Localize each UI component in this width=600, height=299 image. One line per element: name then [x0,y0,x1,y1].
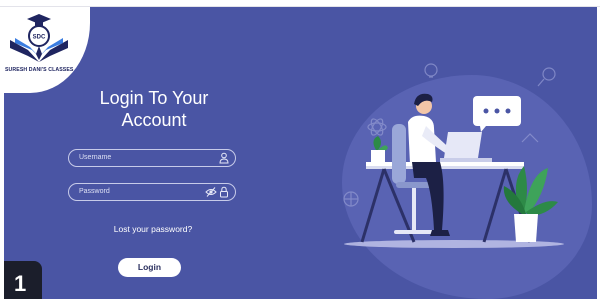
workspace-illustration [343,63,564,248]
logo-icon: SDC [10,14,68,62]
atom-icon [367,118,387,136]
password-placeholder: Password [79,188,110,195]
step-number: 1 [14,271,27,296]
logo-card: SDC SURESH DANI'S CLASSES [4,7,90,93]
title-line-1: Login To Your [99,88,209,108]
small-plant [371,136,388,162]
magnifier-icon [542,67,556,81]
top-strip [0,0,600,7]
large-plant [503,166,558,242]
laptop [440,132,492,162]
password-field[interactable]: Password [68,183,236,201]
eye-slash-icon[interactable] [205,186,217,198]
login-page: SDC SURESH DANI'S CLASSES Login To Your … [4,7,597,299]
ruler-icon [521,133,539,143]
logo-mark-text: SDC [33,35,46,41]
user-icon [219,152,229,164]
lock-icon [220,186,228,198]
title-line-2: Account [121,110,187,130]
login-button[interactable]: Login [118,258,181,277]
username-placeholder: Username [79,154,112,161]
brand-name: SURESH DANI'S CLASSES [5,67,74,73]
lightbulb-icon [424,63,438,77]
page-title: Login To Your Account [74,87,234,131]
username-field[interactable]: Username [68,149,236,167]
lost-password-link[interactable]: Lost your password? [68,224,238,234]
chat-bubble [473,96,521,132]
